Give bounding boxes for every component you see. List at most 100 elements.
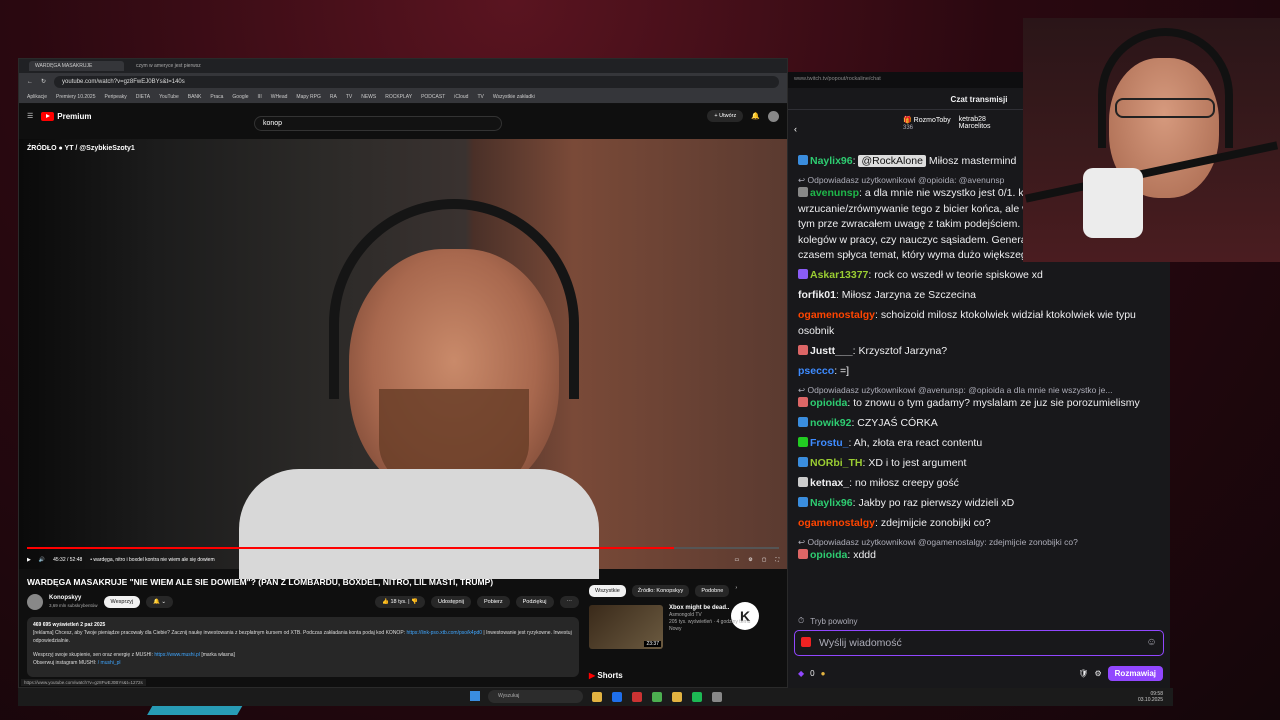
gifter-entry[interactable]: 🎁 RozmoToby 336 <box>903 116 951 131</box>
chevron-right-icon[interactable]: › <box>735 585 737 597</box>
bookmark-item[interactable]: Aplikacje <box>27 94 47 100</box>
video-player[interactable]: ŹRÓDŁO ● YT / @SzybkieSzoty1 K <box>19 139 787 630</box>
chat-username[interactable]: ogamenostalgy <box>798 309 875 321</box>
bookmark-item[interactable]: Premiery 10.2025 <box>56 94 95 100</box>
rec-thumbnail[interactable]: 23:37 <box>589 605 663 649</box>
user-badge-icon[interactable] <box>798 548 808 559</box>
chat-username[interactable]: Naylix96 <box>810 155 853 167</box>
chat-message[interactable]: Naylix96: Jakby po raz pierwszy widzieli… <box>798 496 1163 512</box>
more-icon[interactable]: ⋯ <box>559 596 579 608</box>
bookmark-item[interactable]: NEWS <box>361 94 376 100</box>
chat-message[interactable]: ogamenostalgy: schoizoid milosz ktokolwi… <box>798 308 1163 339</box>
bookmark-item[interactable]: III <box>258 94 262 100</box>
subtitles-icon[interactable]: ▭ <box>735 557 740 563</box>
bookmark-item[interactable]: YouTube <box>159 94 179 100</box>
chat-username[interactable]: Naylix96 <box>810 497 853 509</box>
bell-icon[interactable]: 🔔 <box>751 112 760 120</box>
chat-input[interactable]: Wyślij wiadomość ☺ <box>794 630 1164 656</box>
emote-icon[interactable]: ☺ <box>1146 636 1157 648</box>
bookmark-item[interactable]: Praca <box>210 94 223 100</box>
windows-start-icon[interactable] <box>470 691 480 701</box>
taskbar-search[interactable]: Wyszukaj <box>488 690 583 703</box>
chat-username[interactable]: NORbi_TH <box>810 457 863 469</box>
user-badge-icon[interactable] <box>798 456 808 467</box>
chrome-icon[interactable] <box>652 692 662 702</box>
reload-icon[interactable]: ↻ <box>41 78 46 85</box>
chat-username[interactable]: ogamenostalgy <box>798 517 875 529</box>
opera-icon[interactable] <box>632 692 642 702</box>
video-description[interactable]: 469 695 wyświetleń 2 paź 2025 [reklama] … <box>27 617 579 677</box>
bookmark-item[interactable]: iCloud <box>454 94 468 100</box>
settings-icon[interactable]: ⚙ <box>748 557 752 563</box>
bookmark-item[interactable]: Google <box>232 94 248 100</box>
chat-message[interactable]: forfik01: Miłosz Jarzyna ze Szczecina <box>798 288 1163 304</box>
chapter-label[interactable]: • wardęga, nitro i boxdel kontra nie wie… <box>90 557 214 563</box>
app-icon[interactable] <box>712 692 722 702</box>
chat-username[interactable]: opioida <box>810 397 847 409</box>
chip-source[interactable]: Źródło: Konopskyy <box>631 585 690 597</box>
bookmark-item[interactable]: Peripeaky <box>104 94 126 100</box>
notifications-button[interactable]: 🔔 ⌄ <box>146 596 174 608</box>
user-badge-icon[interactable] <box>798 436 808 447</box>
points-value[interactable]: 0 <box>810 669 814 678</box>
bookmark-item[interactable]: TV <box>477 94 483 100</box>
video-progress-bar[interactable] <box>27 547 779 549</box>
tab-inactive[interactable]: czym w ameryce jest pierwsz <box>130 61 225 71</box>
chip-similar[interactable]: Podobne <box>695 585 730 597</box>
chat-message[interactable]: NORbi_TH: XD i to jest argument <box>798 456 1163 472</box>
chat-message[interactable]: nowik92: CZYJAŚ CÓRKA <box>798 416 1163 432</box>
back-arrow-icon[interactable]: ‹ <box>794 124 797 134</box>
chat-message[interactable]: ketnax_: no miłosz creepy gość <box>798 476 1163 492</box>
chat-username[interactable]: Justt___ <box>810 345 853 357</box>
shield-icon[interactable]: 🛡 <box>1078 669 1088 678</box>
chat-username[interactable]: forfik01 <box>798 289 836 301</box>
bookmark-item[interactable]: ROCKPLAY <box>385 94 412 100</box>
chat-message[interactable]: Frostu_: Ah, złota era react contentu <box>798 436 1163 452</box>
bookmark-item[interactable]: RA <box>330 94 337 100</box>
bits-icon[interactable]: ◆ <box>798 669 804 678</box>
chip-all[interactable]: Wszystkie <box>589 585 626 597</box>
explorer-icon[interactable] <box>592 692 602 702</box>
tab-active[interactable]: WARDĘGA MASAKRUJE <box>29 61 124 71</box>
search-input[interactable]: konop <box>254 116 502 131</box>
desc-link[interactable]: https://link-pso.xtb.com/pso/k4pd0 <box>406 630 482 636</box>
user-badge-icon[interactable] <box>798 155 808 165</box>
gifter-entry[interactable]: ketrab28 Marcelitos <box>959 116 991 131</box>
chat-username[interactable]: nowik92 <box>810 417 851 429</box>
chat-message[interactable]: ogamenostalgy: zdejmijcie zonobijki co? <box>798 516 1163 532</box>
chat-username[interactable]: avenunsp <box>810 187 859 199</box>
chat-message[interactable]: psecco: =] <box>798 364 1163 380</box>
chat-message[interactable]: opioida: xddd <box>798 548 1163 564</box>
url-field[interactable]: youtube.com/watch?v=gz8FwEJ0BYs&t=140s <box>54 75 779 88</box>
app-icon[interactable] <box>672 692 682 702</box>
avatar[interactable] <box>768 110 779 122</box>
desc-link[interactable]: https://www.mushi.pl <box>154 652 200 658</box>
share-button[interactable]: Udostępnij <box>430 596 471 608</box>
user-badge-icon[interactable] <box>798 496 808 507</box>
bookmark-item[interactable]: DIETA <box>136 94 150 100</box>
desc-link[interactable]: / mushi_pl <box>98 660 121 666</box>
chat-message[interactable]: opioida: to znowu o tym gadamy? myslalam… <box>798 396 1163 412</box>
edge-icon[interactable] <box>612 692 622 702</box>
miniplayer-icon[interactable]: ▢ <box>762 557 767 563</box>
bookmark-item[interactable]: Mapy RPG <box>296 94 320 100</box>
support-button[interactable]: Wesprzyj <box>103 596 141 608</box>
system-tray[interactable]: 09:58 03.10.2025 <box>1138 691 1163 703</box>
spotify-icon[interactable] <box>692 692 702 702</box>
channel-points-icon[interactable]: ● <box>821 669 826 678</box>
chat-username[interactable]: opioida <box>810 549 847 561</box>
youtube-logo[interactable]: Premium <box>41 111 92 121</box>
volume-icon[interactable]: 🔊 <box>39 557 45 563</box>
bookmark-item[interactable]: TV <box>346 94 352 100</box>
back-icon[interactable]: ← <box>27 79 33 85</box>
bookmark-item[interactable]: BANK <box>188 94 202 100</box>
user-badge-icon[interactable] <box>798 396 808 407</box>
channel-avatar[interactable] <box>27 594 43 610</box>
user-badge-icon[interactable] <box>798 416 808 427</box>
create-button[interactable]: + Utwórz <box>707 110 744 122</box>
chat-username[interactable]: ketnax_ <box>810 477 849 489</box>
user-badge-icon[interactable] <box>798 269 808 279</box>
chat-username[interactable]: psecco <box>798 365 834 377</box>
chat-message[interactable]: Askar13377: rock co wszedł w teorie spis… <box>798 268 1163 284</box>
chat-send-button[interactable]: Rozmawiaj <box>1107 665 1163 681</box>
